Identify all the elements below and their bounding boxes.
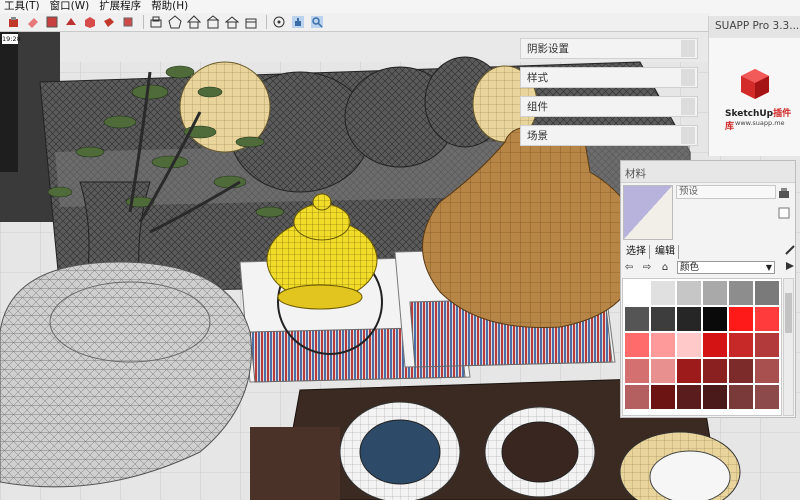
offset-icon[interactable]	[120, 15, 136, 30]
color-swatch[interactable]	[677, 359, 701, 383]
suapp-url: www.suapp.me	[735, 119, 785, 127]
color-swatch-grid	[622, 278, 782, 416]
back-arrow-icon[interactable]: ⇦	[623, 262, 635, 274]
home-icon[interactable]: ⌂	[659, 262, 671, 274]
color-swatch[interactable]	[651, 281, 675, 305]
tray-scenes-label: 场景	[527, 130, 548, 142]
color-swatch[interactable]	[677, 333, 701, 357]
color-swatch[interactable]	[625, 359, 649, 383]
section-plane-icon[interactable]	[44, 15, 60, 30]
clock-badge: 19:28	[2, 34, 21, 44]
material-preview-swatch[interactable]	[623, 185, 673, 240]
color-swatch[interactable]	[755, 281, 779, 305]
color-swatch[interactable]	[755, 385, 779, 409]
rotate-icon[interactable]	[82, 15, 98, 30]
sample-paint-icon[interactable]	[784, 244, 796, 256]
components-icon[interactable]	[148, 15, 164, 30]
tray-shadows-label: 阴影设置	[527, 43, 569, 55]
tray-expand-handle[interactable]	[681, 40, 695, 57]
collection-dropdown-value: 颜色	[680, 262, 700, 273]
tab-edit[interactable]: 编辑	[652, 245, 679, 259]
materials-nav-row: ⇦ ⇨ ⌂ 颜色 ▼	[623, 260, 793, 275]
materials-title[interactable]: 材料	[621, 161, 795, 183]
collection-dropdown[interactable]: 颜色 ▼	[677, 261, 775, 274]
tray-styles[interactable]: 样式	[520, 67, 698, 88]
paint-icon[interactable]	[63, 15, 79, 30]
tab-select[interactable]: 选择	[623, 245, 650, 259]
color-swatch[interactable]	[755, 307, 779, 331]
menu-tools[interactable]: 工具(T)	[4, 0, 40, 13]
toolbar-separator	[143, 15, 144, 29]
paint-bucket-icon[interactable]	[6, 15, 22, 30]
tray-scenes[interactable]: 场景	[520, 125, 698, 146]
toolbar-separator	[266, 15, 267, 29]
menu-window[interactable]: 窗口(W)	[50, 0, 90, 13]
color-swatch[interactable]	[677, 281, 701, 305]
menu-extensions[interactable]: 扩展程序	[99, 0, 141, 13]
color-swatch[interactable]	[703, 359, 727, 383]
forward-arrow-icon[interactable]: ⇨	[641, 262, 653, 274]
front-view-icon[interactable]	[205, 15, 221, 30]
suapp-panel: SUAPP Pro 3.3... SketchUp插件库 www.suapp.m…	[708, 16, 800, 156]
follow-me-icon[interactable]	[101, 15, 117, 30]
color-swatch[interactable]	[651, 359, 675, 383]
color-swatch[interactable]	[729, 385, 753, 409]
menu-help[interactable]: 帮助(H)	[151, 0, 188, 13]
top-view-icon[interactable]	[186, 15, 202, 30]
color-swatch[interactable]	[729, 359, 753, 383]
color-swatch[interactable]	[677, 385, 701, 409]
color-swatch[interactable]	[703, 307, 727, 331]
color-swatch[interactable]	[651, 333, 675, 357]
color-swatch[interactable]	[755, 359, 779, 383]
color-swatch[interactable]	[703, 385, 727, 409]
color-swatch[interactable]	[651, 385, 675, 409]
right-view-icon[interactable]	[224, 15, 240, 30]
orbit-icon[interactable]	[271, 15, 287, 30]
suapp-title[interactable]: SUAPP Pro 3.3...	[709, 16, 800, 38]
materials-tabs: 选择 编辑	[621, 245, 795, 259]
materials-panel: 材料 预设 选择 编辑 ⇦ ⇨ ⌂ 颜色 ▼	[620, 160, 796, 418]
color-swatch[interactable]	[703, 333, 727, 357]
tray-expand-handle[interactable]	[681, 69, 695, 86]
edge-strip	[782, 168, 800, 418]
back-view-icon[interactable]	[243, 15, 259, 30]
chevron-down-icon: ▼	[765, 263, 772, 272]
tray-components[interactable]: 组件	[520, 96, 698, 117]
color-swatch[interactable]	[703, 281, 727, 305]
detail-arrow-icon[interactable]	[784, 260, 796, 272]
color-swatch[interactable]	[729, 307, 753, 331]
swatch-grid	[625, 281, 779, 409]
eraser-icon[interactable]	[25, 15, 41, 30]
clock-text: 19:28	[2, 35, 21, 43]
color-swatch[interactable]	[625, 281, 649, 305]
color-swatch[interactable]	[625, 385, 649, 409]
pan-icon[interactable]	[290, 15, 306, 30]
color-swatch[interactable]	[729, 281, 753, 305]
suapp-logo-icon	[741, 69, 769, 99]
color-swatch[interactable]	[625, 307, 649, 331]
menu-bar: 工具(T) 窗口(W) 扩展程序 帮助(H)	[0, 0, 800, 13]
tray-styles-label: 样式	[527, 72, 548, 84]
color-swatch[interactable]	[729, 333, 753, 357]
color-swatch[interactable]	[625, 333, 649, 357]
color-swatch[interactable]	[755, 333, 779, 357]
color-swatch[interactable]	[677, 307, 701, 331]
color-swatch[interactable]	[651, 307, 675, 331]
tray-expand-handle[interactable]	[681, 98, 695, 115]
iso-view-icon[interactable]	[167, 15, 183, 30]
zoom-icon[interactable]	[309, 15, 325, 30]
material-name-field[interactable]: 预设	[676, 185, 776, 199]
tray-expand-handle[interactable]	[681, 127, 695, 144]
main-toolbar	[0, 13, 710, 32]
tray-shadows[interactable]: 阴影设置	[520, 38, 698, 59]
suapp-logo-text-a: SketchUp	[725, 109, 774, 119]
tray-components-label: 组件	[527, 101, 548, 113]
